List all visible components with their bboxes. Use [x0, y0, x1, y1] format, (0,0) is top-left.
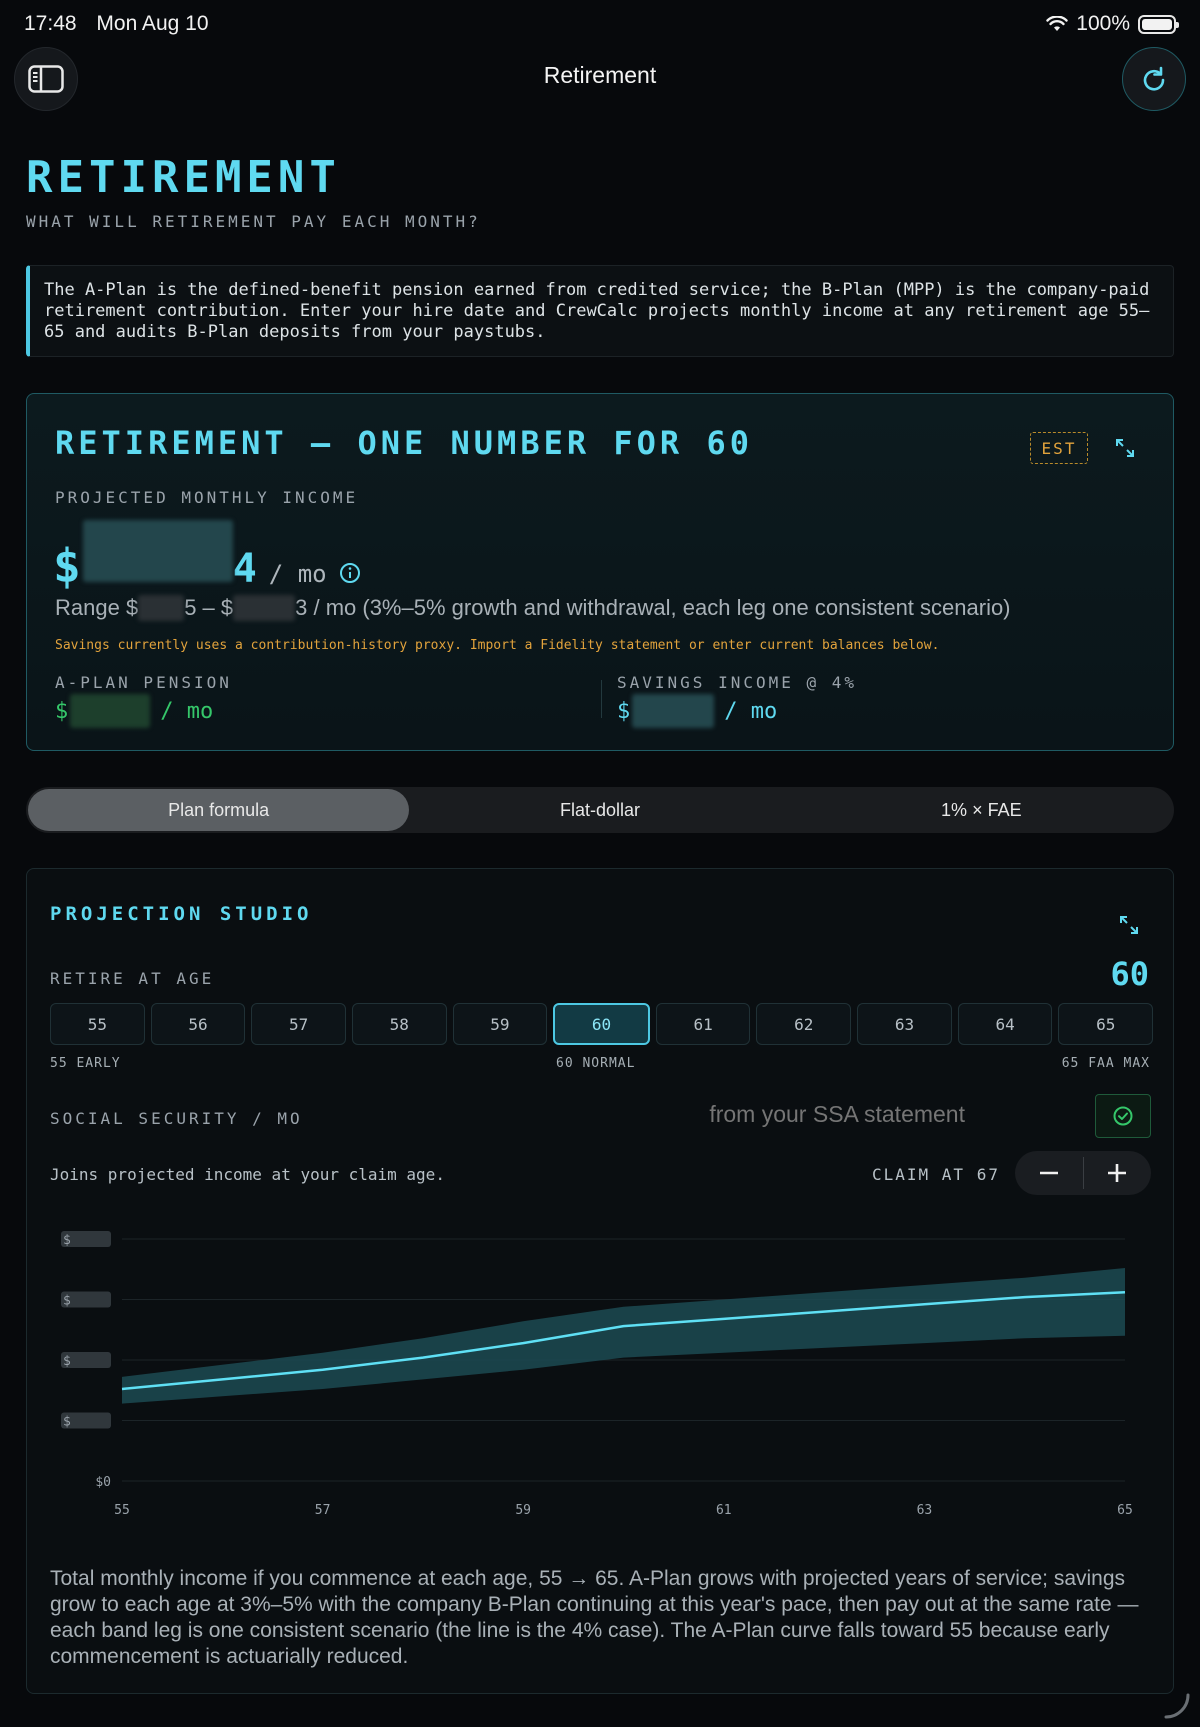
age-option-59[interactable]: 59 — [452, 1003, 548, 1045]
age-option-60[interactable]: 60 — [553, 1003, 650, 1045]
y-tick-label: $0 — [95, 1475, 111, 1490]
savings-label: SAVINGS INCOME @ 4% — [617, 673, 858, 692]
savings-value: $ / mo — [617, 694, 777, 728]
pension-value: $ / mo — [55, 694, 213, 728]
wifi-icon — [1046, 16, 1068, 31]
age-option-61[interactable]: 61 — [655, 1003, 751, 1045]
pension-currency: $ — [55, 698, 69, 724]
age-option-65[interactable]: 65 — [1058, 1003, 1154, 1045]
income-suffix: 4 — [232, 546, 257, 592]
y-tick-currency: $ — [63, 1233, 71, 1248]
y-tick-currency: $ — [63, 1354, 71, 1369]
age-caption-normal: 60 NORMAL — [556, 1056, 636, 1071]
social-security-input[interactable] — [565, 1101, 965, 1128]
ss-confirm-button[interactable] — [1095, 1094, 1151, 1138]
age-option-63[interactable]: 63 — [857, 1003, 952, 1045]
x-tick-label: 63 — [917, 1503, 933, 1518]
x-tick-label: 55 — [114, 1503, 130, 1518]
battery-icon — [1138, 14, 1179, 34]
age-option-55[interactable]: 55 — [50, 1003, 145, 1045]
refresh-button[interactable] — [1122, 47, 1186, 111]
redacted-savings — [632, 694, 715, 728]
age-option-57[interactable]: 57 — [251, 1003, 346, 1045]
age-caption-early: 55 EARLY — [50, 1056, 121, 1071]
projection-studio-card: PROJECTION STUDIO RETIRE AT AGE 60 55 56 5… — [26, 868, 1174, 1694]
y-tick-currency: $ — [63, 1415, 71, 1430]
status-date: Mon Aug 10 — [96, 12, 209, 35]
expand-icon[interactable] — [1117, 913, 1141, 937]
savings-currency: $ — [617, 698, 631, 724]
info-icon[interactable] — [339, 562, 361, 584]
income-currency: $ — [53, 539, 81, 593]
redacted-range-low — [138, 595, 185, 621]
age-option-62[interactable]: 62 — [756, 1003, 852, 1045]
info-callout: The A-Plan is the defined-benefit pensio… — [26, 265, 1174, 357]
x-tick-label: 61 — [716, 1503, 732, 1518]
studio-title: PROJECTION STUDIO — [50, 903, 313, 925]
formula-selector: Plan formula Flat-dollar 1% × FAE — [26, 787, 1174, 833]
range-mid: 5 – $ — [184, 595, 234, 620]
x-tick-label: 57 — [315, 1503, 331, 1518]
retire-age-value: 60 — [1110, 955, 1149, 993]
income-projection-chart: $ $ $ $ $055 57 59 61 63 65 — [61, 1231, 1133, 1518]
tab-plan-formula[interactable]: Plan formula — [28, 789, 410, 831]
pension-label: A-PLAN PENSION — [55, 673, 232, 692]
retirement-summary-card: RETIREMENT — ONE NUMBER FOR 60 EST PROJE… — [26, 393, 1174, 751]
savings-warning: Savings currently uses a contribution-hi… — [55, 638, 940, 653]
redacted-range-high — [233, 595, 296, 621]
estimate-badge: EST — [1030, 432, 1088, 464]
nav-title: Retirement — [543, 62, 657, 88]
income-range: Range $ 5 – $ 3 / mo (3%–5% growth and wit… — [55, 595, 1011, 621]
decrement-button[interactable] — [1015, 1151, 1083, 1195]
age-selector: 55 56 57 58 59 60 61 62 63 64 65 — [50, 1003, 1154, 1045]
savings-per-month: / mo — [724, 698, 778, 724]
check-circle-icon — [1113, 1106, 1133, 1126]
projected-income-label: PROJECTED MONTHLY INCOME — [55, 488, 359, 507]
status-time: 17:48 — [24, 12, 77, 35]
increment-button[interactable] — [1084, 1151, 1152, 1195]
redacted-amount — [82, 520, 233, 582]
age-option-64[interactable]: 64 — [957, 1003, 1053, 1045]
tab-one-percent-fae[interactable]: 1% × FAE — [791, 789, 1172, 831]
social-security-label: SOCIAL SECURITY / MO — [50, 1109, 303, 1128]
y-tick-currency: $ — [63, 1294, 71, 1309]
age-caption-max: 65 FAA MAX — [1061, 1056, 1150, 1071]
retire-age-label: RETIRE AT AGE — [50, 969, 215, 988]
resize-corner-icon — [1164, 1693, 1190, 1719]
joins-text: Joins projected income at your claim age… — [50, 1165, 445, 1184]
income-per-month: / mo — [268, 560, 327, 588]
age-option-58[interactable]: 58 — [351, 1003, 447, 1045]
projection-band — [122, 1268, 1125, 1404]
pension-per-month: / mo — [160, 698, 214, 724]
redacted-pension — [70, 694, 151, 728]
summary-title: RETIREMENT — ONE NUMBER FOR 60 — [55, 424, 753, 462]
x-tick-label: 59 — [515, 1503, 531, 1518]
refresh-icon — [1143, 66, 1165, 91]
page-title: RETIREMENT — [26, 152, 341, 203]
plus-icon — [1108, 1164, 1127, 1182]
expand-icon[interactable] — [1113, 436, 1137, 460]
projected-income-value: $ 4 / mo — [53, 520, 361, 593]
page-subtitle: WHAT WILL RETIREMENT PAY EACH MONTH? — [26, 212, 481, 231]
battery-percent: 100% — [1076, 12, 1130, 35]
range-suffix: 3 / mo (3%–5% growth and withdrawal, eac… — [295, 595, 1011, 620]
x-tick-label: 65 — [1117, 1503, 1133, 1518]
tab-flat-dollar[interactable]: Flat-dollar — [409, 789, 790, 831]
claim-age-label: CLAIM AT 67 — [872, 1165, 1000, 1184]
age-option-56[interactable]: 56 — [150, 1003, 246, 1045]
claim-age-stepper — [1015, 1151, 1151, 1195]
chart-description: Total monthly income if you commence at … — [50, 1567, 1139, 1668]
range-prefix: Range $ — [55, 595, 139, 620]
summary-divider — [601, 680, 602, 718]
status-bar: 17:48 Mon Aug 10 100% — [24, 10, 1179, 38]
minus-icon — [1039, 1171, 1058, 1175]
